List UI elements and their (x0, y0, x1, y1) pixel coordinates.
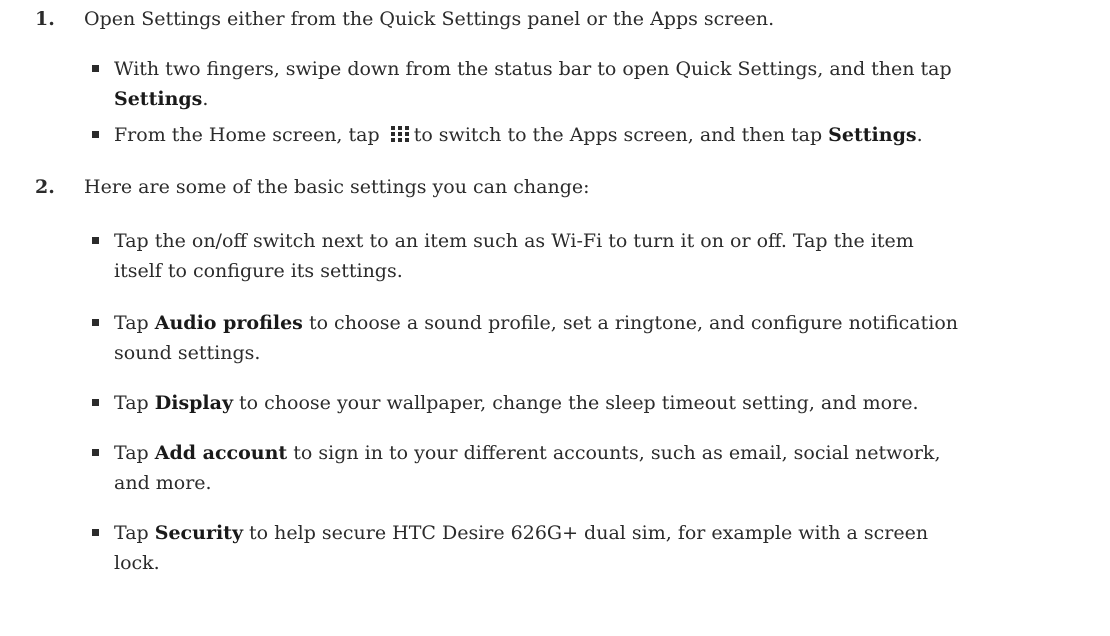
list-item: Tap Display to choose your wallpaper, ch… (92, 388, 1074, 418)
square-bullet-icon (92, 131, 99, 138)
square-bullet-icon (92, 65, 99, 72)
list-item: Tap Security to help secure HTC Desire 6… (92, 518, 1074, 578)
list-item: Tap Add account to sign in to your diffe… (92, 438, 1074, 498)
bullet-text: Tap Display to choose your wallpaper, ch… (114, 392, 919, 414)
list-item: Tap Audio profiles to choose a sound pro… (92, 308, 1074, 368)
list-item: Tap the on/off switch next to an item su… (92, 226, 1074, 286)
list-item: With two fingers, swipe down from the st… (92, 54, 1074, 114)
square-bullet-icon (92, 237, 99, 244)
bullet-text: Tap Add account to sign in to your diffe… (114, 442, 941, 494)
bullet-text: Tap the on/off switch next to an item su… (114, 230, 914, 282)
step-number: 2. (35, 176, 55, 198)
bullet-text: With two fingers, swipe down from the st… (114, 58, 952, 110)
list-item: From the Home screen, tap to switch to t… (92, 120, 1074, 150)
step-text: Open Settings either from the Quick Sett… (84, 8, 775, 30)
step-number: 1. (35, 8, 55, 30)
apps-grid-icon (390, 126, 409, 142)
document-page: 1. Open Settings either from the Quick S… (0, 0, 1110, 636)
square-bullet-icon (92, 399, 99, 406)
square-bullet-icon (92, 449, 99, 456)
bullet-text: From the Home screen, tap to switch to t… (114, 124, 923, 146)
bullet-text: Tap Audio profiles to choose a sound pro… (114, 312, 958, 364)
square-bullet-icon (92, 529, 99, 536)
bullet-text: Tap Security to help secure HTC Desire 6… (114, 522, 929, 574)
step-text: Here are some of the basic settings you … (84, 176, 590, 198)
square-bullet-icon (92, 319, 99, 326)
